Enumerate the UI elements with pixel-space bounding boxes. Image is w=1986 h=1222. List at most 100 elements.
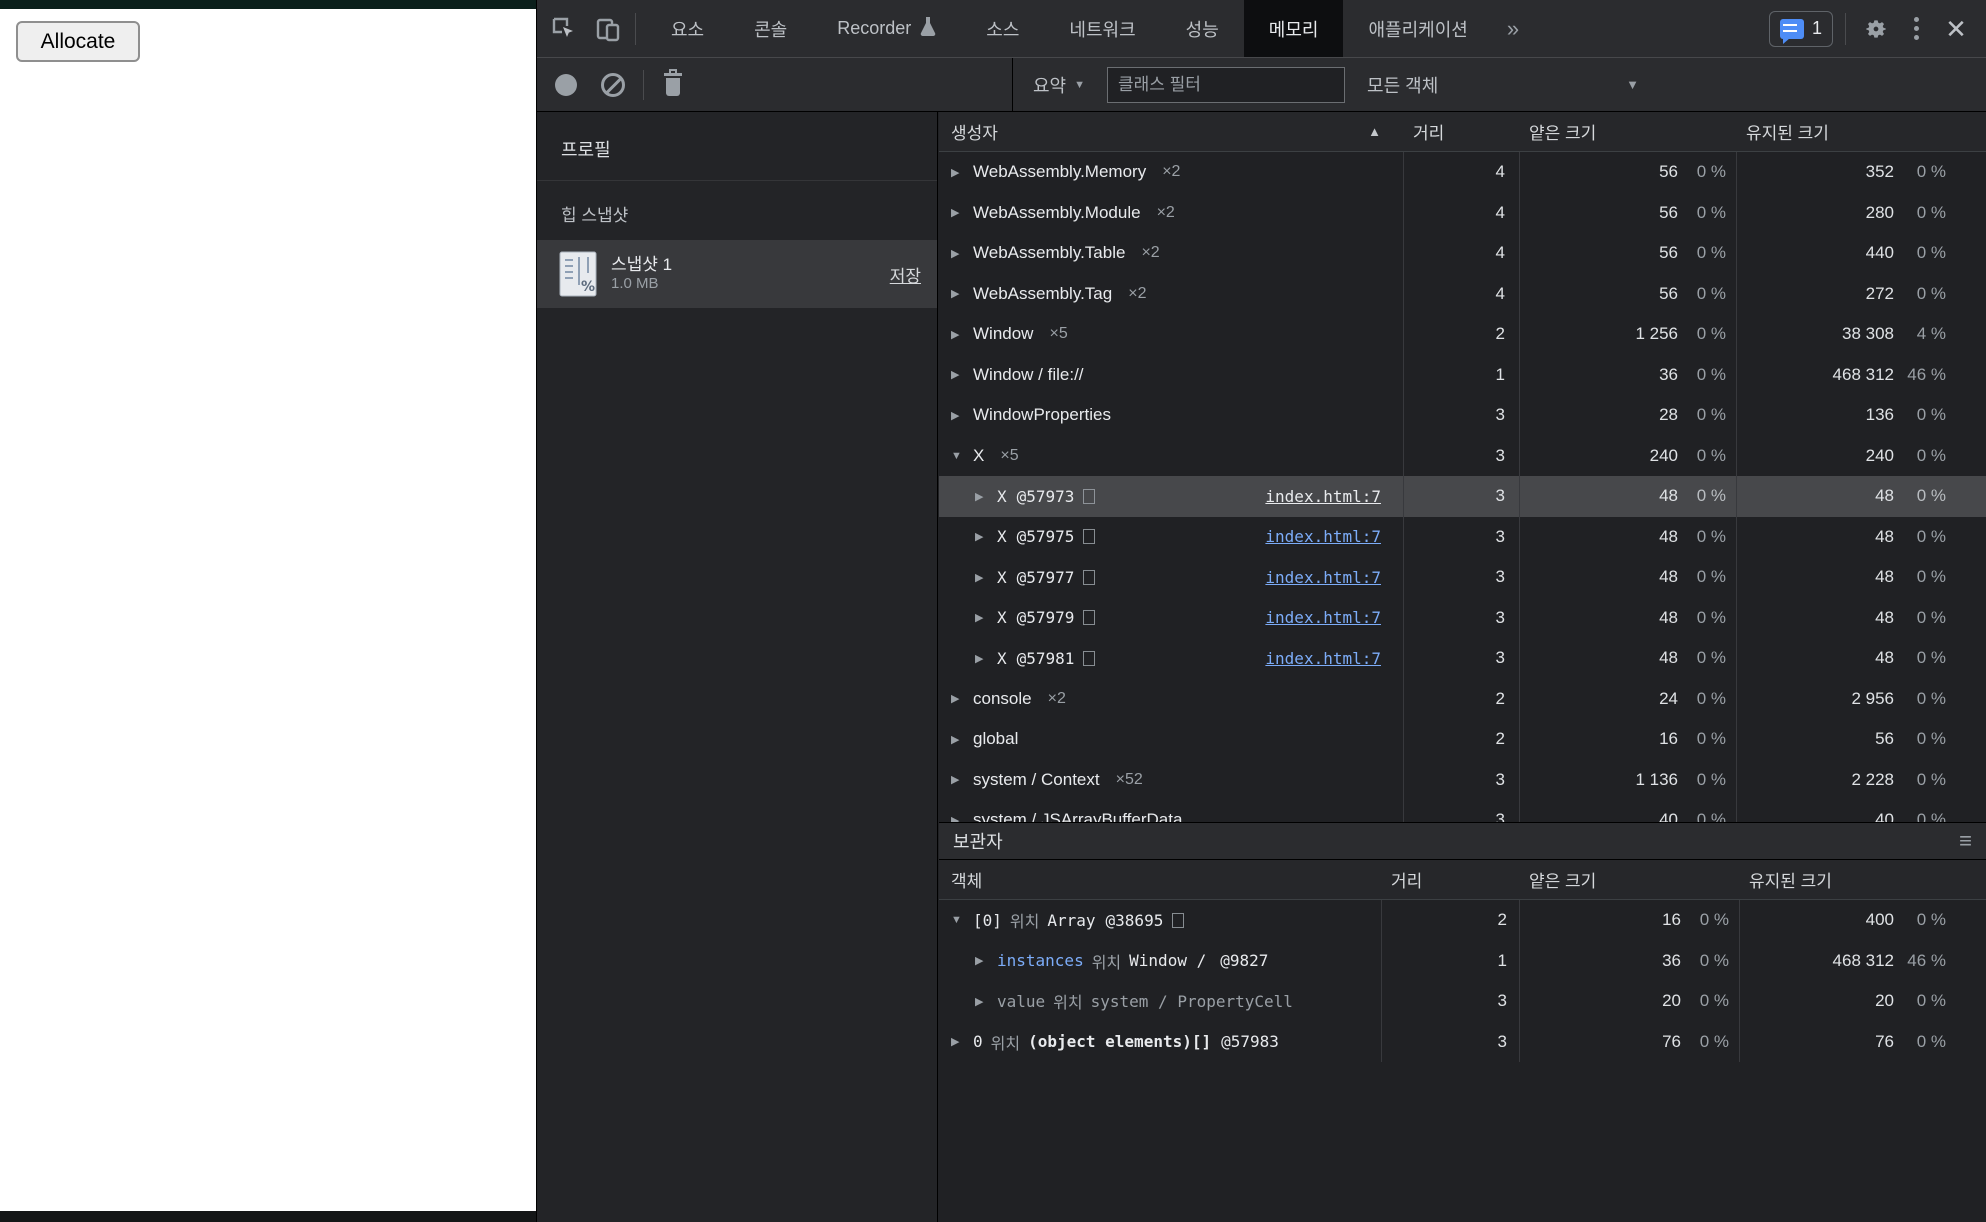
- expand-icon[interactable]: [951, 692, 967, 705]
- table-row[interactable]: X@57979index.html:7 3 480 % 480 %: [939, 598, 1986, 639]
- take-snapshot-record-icon[interactable]: [555, 74, 577, 96]
- expand-icon[interactable]: [951, 206, 967, 219]
- source-link[interactable]: index.html:7: [1265, 527, 1381, 546]
- snapshot-item[interactable]: % 스냅샷 1 1.0 MB 저장: [537, 240, 937, 308]
- expand-icon[interactable]: [951, 328, 967, 341]
- retainers-rows-pane: [0]위치Array@38695 2 160 % 4000 % instance…: [939, 900, 1986, 1222]
- retainer-row[interactable]: [0]위치Array@38695 2 160 % 4000 %: [939, 900, 1986, 941]
- expand-icon[interactable]: [951, 814, 967, 822]
- retainer-row[interactable]: 0위치(object elements)[]@57983 3 760 % 760…: [939, 1022, 1986, 1063]
- expand-icon[interactable]: [975, 995, 991, 1008]
- expand-icon[interactable]: [951, 247, 967, 260]
- source-link[interactable]: index.html:7: [1265, 649, 1381, 668]
- all-objects-select[interactable]: 모든 객체 ▼: [1367, 72, 1667, 98]
- column-header-distance[interactable]: 거리: [1403, 119, 1519, 144]
- kebab-menu-icon[interactable]: [1896, 9, 1936, 49]
- tab-label: 네트워크: [1069, 16, 1135, 42]
- snapshot-save-link[interactable]: 저장: [890, 262, 921, 287]
- expand-icon[interactable]: [951, 287, 967, 300]
- location-label: 위치: [1092, 949, 1121, 973]
- tab-elements[interactable]: 요소: [646, 0, 729, 57]
- column-header-shallow-size[interactable]: 얕은 크기: [1519, 119, 1736, 144]
- collapse-icon[interactable]: [951, 914, 967, 926]
- source-link[interactable]: index.html:7: [1265, 487, 1381, 506]
- expand-icon[interactable]: [951, 166, 967, 179]
- table-row[interactable]: WindowProperties 3 280 % 1360 %: [939, 395, 1986, 436]
- close-devtools-icon[interactable]: ✕: [1936, 9, 1976, 49]
- table-row[interactable]: Window×5 2 1 2560 % 38 3084 %: [939, 314, 1986, 355]
- settings-gear-icon[interactable]: [1856, 9, 1896, 49]
- class-filter-input[interactable]: [1107, 67, 1345, 103]
- expand-icon[interactable]: [975, 530, 991, 543]
- column-header-distance[interactable]: 거리: [1381, 867, 1519, 892]
- more-tabs-button[interactable]: »: [1493, 16, 1531, 42]
- object-name: Array: [1047, 911, 1095, 930]
- table-row[interactable]: X@57977index.html:7 3 480 % 480 %: [939, 557, 1986, 598]
- column-header-retained-size[interactable]: 유지된 크기: [1739, 867, 1986, 892]
- column-header-object[interactable]: 객체: [939, 860, 1381, 899]
- edge-name: 0: [973, 1032, 983, 1051]
- distance-value: 3: [1403, 446, 1519, 466]
- tab-console[interactable]: 콘솔: [729, 0, 812, 57]
- expand-icon[interactable]: [951, 368, 967, 381]
- expand-icon[interactable]: [951, 733, 967, 746]
- retained-size: 56: [1875, 729, 1894, 749]
- tab-memory[interactable]: 메모리: [1244, 0, 1344, 57]
- inspect-element-icon[interactable]: [547, 12, 581, 46]
- chevron-down-icon: ▼: [1626, 77, 1639, 92]
- issues-counter-button[interactable]: 1: [1769, 11, 1833, 47]
- column-header-constructor[interactable]: 생성자 ▲: [939, 112, 1403, 151]
- device-toolbar-icon[interactable]: [591, 12, 625, 46]
- tab-sources[interactable]: 소스: [961, 0, 1044, 57]
- table-row-clipped[interactable]: system / JSArrayBufferData 3 400 % 400 %: [939, 800, 1986, 822]
- tab-performance[interactable]: 성능: [1161, 0, 1244, 57]
- expand-icon[interactable]: [975, 490, 991, 503]
- column-header-retained-size[interactable]: 유지된 크기: [1736, 119, 1986, 144]
- table-row[interactable]: system / Context×52 3 1 1360 % 2 2280 %: [939, 760, 1986, 801]
- expand-icon[interactable]: [951, 773, 967, 786]
- allocate-button[interactable]: Allocate: [16, 21, 140, 62]
- object-id: @57979: [1017, 608, 1075, 627]
- table-row-selected[interactable]: X@57973index.html:7 3 480 % 480 %: [939, 476, 1986, 517]
- expand-icon[interactable]: [975, 954, 991, 967]
- perspective-select[interactable]: 요약 ▼: [1033, 72, 1085, 98]
- expand-icon[interactable]: [951, 1035, 967, 1048]
- shallow-percent: 0 %: [1678, 729, 1736, 749]
- table-row[interactable]: global 2 160 % 560 %: [939, 719, 1986, 760]
- constructor-name: Window: [973, 324, 1033, 344]
- table-row[interactable]: X@57981index.html:7 3 480 % 480 %: [939, 638, 1986, 679]
- retainers-grid: 객체 거리 얕은 크기 유지된 크기 [0]위치Array@38695 2 16…: [939, 860, 1986, 1222]
- collapse-icon[interactable]: [951, 450, 967, 462]
- column-header-shallow-size[interactable]: 얕은 크기: [1519, 867, 1739, 892]
- table-row[interactable]: X×5 3 2400 % 2400 %: [939, 436, 1986, 477]
- tab-recorder[interactable]: Recorder: [812, 0, 961, 57]
- expand-icon[interactable]: [975, 571, 991, 584]
- table-row[interactable]: X@57975index.html:7 3 480 % 480 %: [939, 517, 1986, 558]
- column-header-label: 생성자: [951, 119, 998, 144]
- table-row[interactable]: WebAssembly.Tag×2 4 560 % 2720 %: [939, 274, 1986, 315]
- tab-application[interactable]: 애플리케이션: [1343, 0, 1492, 57]
- table-row[interactable]: WebAssembly.Table×2 4 560 % 4400 %: [939, 233, 1986, 274]
- retained-percent: 46 %: [1894, 365, 1960, 385]
- retained-size: 272: [1866, 284, 1894, 304]
- source-link[interactable]: index.html:7: [1265, 608, 1381, 627]
- source-link[interactable]: index.html:7: [1265, 568, 1381, 587]
- expand-icon[interactable]: [975, 611, 991, 624]
- hamburger-menu-icon[interactable]: ≡: [1959, 828, 1972, 854]
- clear-profiles-icon[interactable]: [601, 73, 625, 97]
- table-row[interactable]: WebAssembly.Memory×2 4 560 % 3520 %: [939, 152, 1986, 193]
- constructors-rows-pane: WebAssembly.Memory×2 4 560 % 3520 % WebA…: [939, 152, 1986, 822]
- retainer-row[interactable]: instances위치Window /@9827 1 360 % 468 312…: [939, 941, 1986, 982]
- object-name: X: [997, 527, 1007, 546]
- heap-constructors-grid: 생성자 ▲ 거리 얕은 크기 유지된 크기 WebAssembly.Memory…: [939, 112, 1986, 822]
- delete-snapshot-trash-icon[interactable]: [662, 73, 684, 97]
- table-row[interactable]: Window / file:// 1 360 % 468 31246 %: [939, 355, 1986, 396]
- table-row[interactable]: WebAssembly.Module×2 4 560 % 2800 %: [939, 193, 1986, 234]
- expand-icon[interactable]: [951, 409, 967, 422]
- shallow-percent: 0 %: [1678, 527, 1736, 547]
- expand-icon[interactable]: [975, 652, 991, 665]
- table-row[interactable]: console×2 2 240 % 2 9560 %: [939, 679, 1986, 720]
- retainer-row[interactable]: value위치system / PropertyCell 3 200 % 200…: [939, 981, 1986, 1022]
- object-name: Window /: [1129, 951, 1206, 970]
- tab-network[interactable]: 네트워크: [1044, 0, 1160, 57]
